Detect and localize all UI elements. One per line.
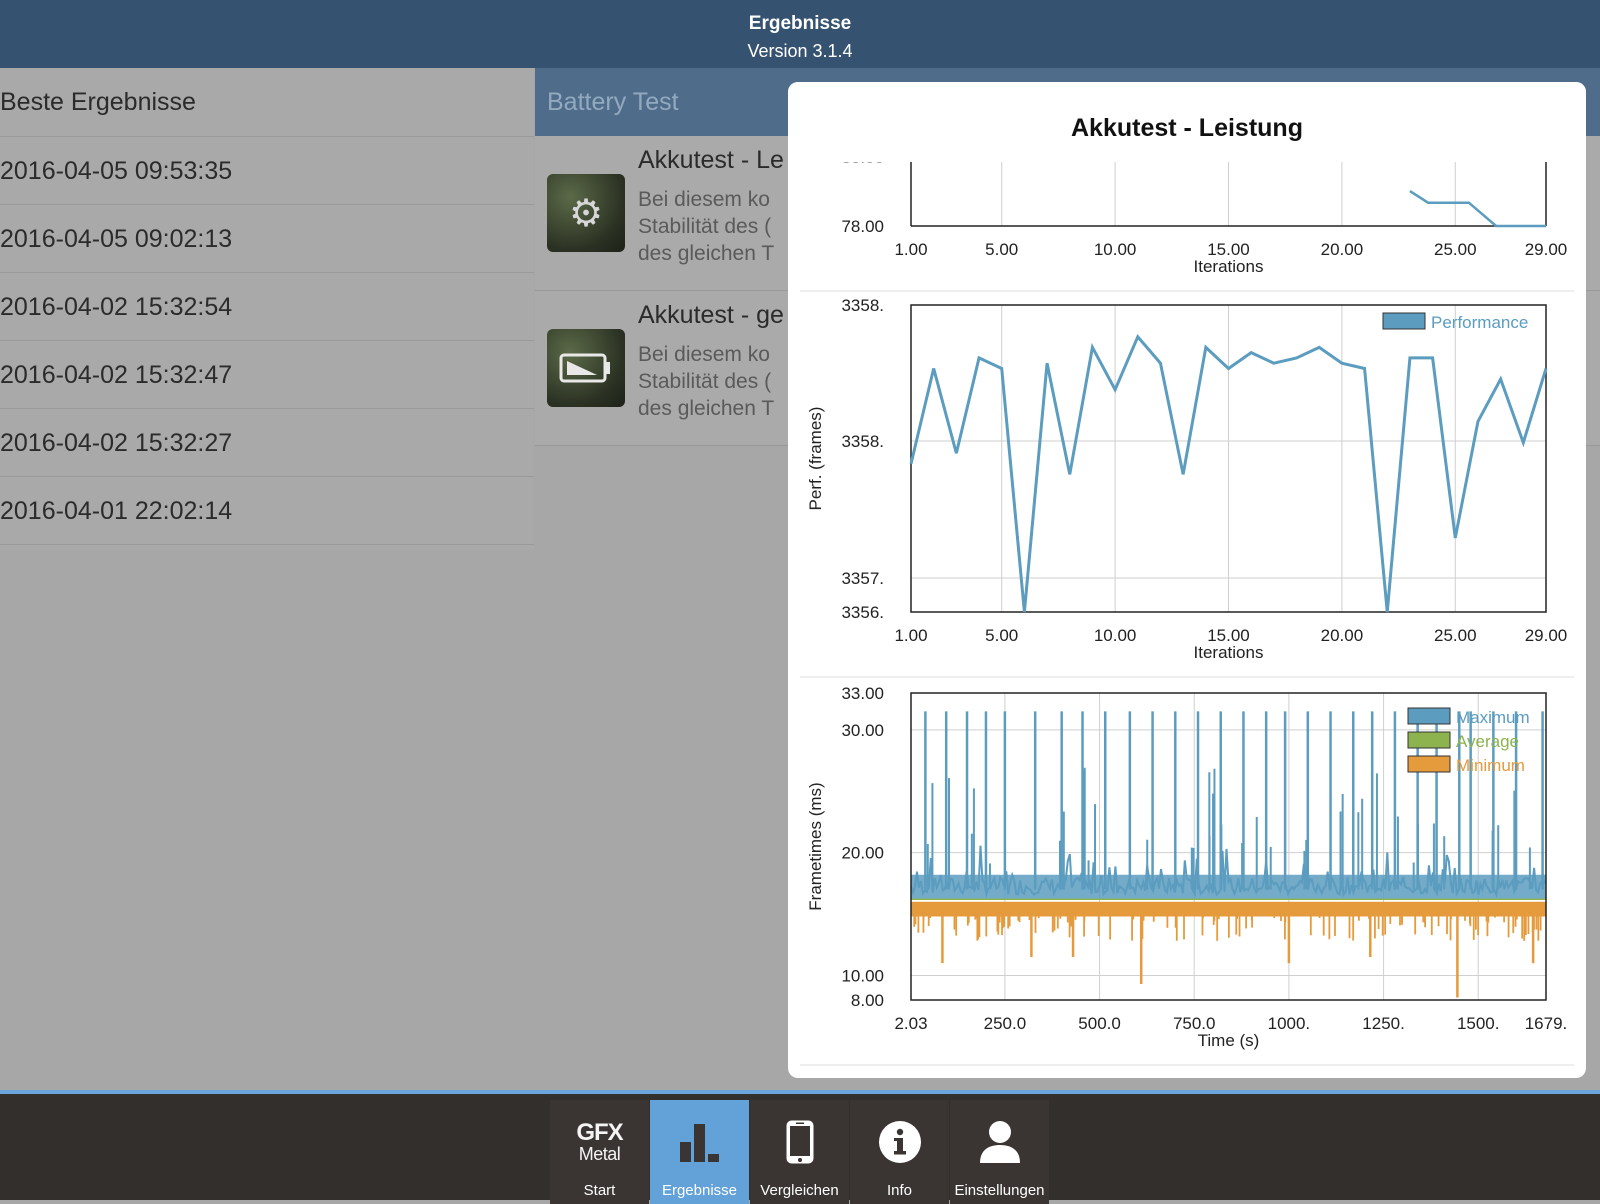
legend-label-performance: Performance <box>1431 313 1528 332</box>
result-date: 2016-04-02 15:32:47 <box>0 361 233 389</box>
x-tick-label: 29.00 <box>1525 240 1568 259</box>
result-row[interactable]: 2016-04-02 15:32:27 <box>0 409 534 477</box>
test-title: Akkutest - Le <box>638 146 784 174</box>
x-tick-label: 25.00 <box>1434 240 1477 259</box>
performance-series-line <box>1409 190 1546 228</box>
y-tick-label: 33.00 <box>841 684 884 703</box>
legend-swatch <box>1407 707 1451 725</box>
gfx-metal-logo: GFX Metal <box>576 1119 623 1164</box>
person-icon <box>950 1112 1049 1172</box>
legend-label: Minimum <box>1456 756 1525 775</box>
nav-subtitle-version: Version 3.1.4 <box>747 41 853 61</box>
popup-title: Akkutest - Leistung <box>1071 114 1303 142</box>
plot-frame <box>910 692 1547 1001</box>
tab-ergebnisse[interactable]: Ergebnisse <box>650 1100 749 1204</box>
y-tick-label: 3357. <box>841 569 884 588</box>
legend-swatch-performance <box>1382 312 1426 330</box>
result-date: 2016-04-02 15:32:54 <box>0 293 233 321</box>
x-tick-label: 250.0 <box>984 1014 1027 1033</box>
y-tick-label: 3356. <box>841 603 884 622</box>
tab-label: Vergleichen <box>760 1182 839 1199</box>
x-tick-label: 20.00 <box>1321 626 1364 645</box>
y-tick-label: 30.00 <box>841 721 884 740</box>
test-description: Bei diesem ko Stabilität des ( des gleic… <box>638 188 775 265</box>
tab-label: Info <box>886 1182 913 1199</box>
x-tick-label: 1679. <box>1525 1014 1568 1033</box>
y-axis-label: Frametimes (ms) <box>806 782 825 910</box>
x-tick-label: 1.00 <box>894 626 927 645</box>
bar-chart-icon <box>650 1112 749 1172</box>
result-date: 2016-04-02 15:32:27 <box>0 429 233 457</box>
legend-swatch <box>1407 731 1451 749</box>
nav-title: Ergebnisse <box>748 13 852 34</box>
x-tick-label: 20.00 <box>1321 240 1364 259</box>
result-date: 2016-04-01 22:02:14 <box>0 497 233 525</box>
tab-start[interactable]: GFX Metal Start <box>550 1100 649 1204</box>
navigation-bar: Ergebnisse Version 3.1.4 <box>0 0 1600 68</box>
x-tick-label: 10.00 <box>1094 240 1137 259</box>
y-axis-label: Perf. (frames) <box>806 407 825 511</box>
tab-label: Ergebnisse <box>661 1182 738 1199</box>
x-tick-label: 25.00 <box>1434 626 1477 645</box>
y-tick-label: 20.00 <box>841 844 884 863</box>
info-icon <box>850 1112 949 1172</box>
result-date: 2016-04-05 09:53:35 <box>0 157 233 185</box>
chart-popup[interactable]: 1.00 5.00 10.00 15.00 20.00 25.00 29.00 Iterati… <box>788 82 1586 1078</box>
legend-swatch <box>1407 755 1451 773</box>
result-row[interactable]: 2016-04-02 15:32:54 <box>0 273 534 341</box>
x-tick-label: 1.00 <box>894 240 927 259</box>
y-tick-label: 3358. <box>841 432 884 451</box>
x-tick-label: 1000. <box>1268 1014 1311 1033</box>
result-date: 2016-04-05 09:02:13 <box>0 225 233 253</box>
test-title: Akkutest - ge <box>638 301 784 329</box>
results-list: 2016-04-05 09:53:35 2016-04-05 09:02:13 … <box>0 137 534 545</box>
tab-label: Start <box>583 1182 616 1199</box>
test-description: Bei diesem ko Stabilität des ( des gleic… <box>638 343 775 420</box>
y-tick-label: 3358. <box>841 296 884 315</box>
x-tick-label: 2.03 <box>894 1014 927 1033</box>
legend-label: Maximum <box>1456 708 1530 727</box>
x-tick-label: 500.0 <box>1078 1014 1121 1033</box>
gears-icon: ⚙ <box>547 174 625 252</box>
legend-label: Average <box>1456 732 1519 751</box>
result-row[interactable]: 2016-04-02 15:32:47 <box>0 341 534 409</box>
result-row[interactable]: 2016-04-05 09:53:35 <box>0 137 534 205</box>
x-tick-label: 29.00 <box>1525 626 1568 645</box>
result-row[interactable]: 2016-04-05 09:02:13 <box>0 205 534 273</box>
x-tick-label: 10.00 <box>1094 626 1137 645</box>
y-tick-label: 8.00 <box>851 991 884 1010</box>
x-axis-label: Iterations <box>1194 643 1264 662</box>
x-axis-label: Iterations <box>1194 257 1264 276</box>
battery-icon <box>547 329 625 407</box>
y-tick-label: 10.00 <box>841 966 884 985</box>
phone-icon <box>750 1112 849 1172</box>
y-tick-label: 78.00 <box>841 217 884 236</box>
x-tick-label: 1250. <box>1362 1014 1405 1033</box>
tab-label: Einstellungen <box>954 1182 1045 1199</box>
result-row[interactable]: 2016-04-01 22:02:14 <box>0 477 534 545</box>
x-tick-label: 5.00 <box>985 240 1018 259</box>
x-tick-label: 1500. <box>1457 1014 1500 1033</box>
x-tick-label: 5.00 <box>985 626 1018 645</box>
charts-canvas[interactable]: 1.00 5.00 10.00 15.00 20.00 25.00 29.00Iterati… <box>788 82 1586 1078</box>
tab-einstellungen[interactable]: Einstellungen <box>950 1100 1049 1204</box>
tab-bar: GFX Metal Start Ergebnisse Vergleichen I… <box>0 1090 1600 1204</box>
best-results-panel: Beste Ergebnisse 2016-04-05 09:53:35 201… <box>0 68 534 550</box>
best-results-title: Beste Ergebnisse <box>0 68 534 137</box>
x-axis-label: Time (s) <box>1198 1031 1260 1050</box>
tab-vergleichen[interactable]: Vergleichen <box>750 1100 849 1204</box>
tab-info[interactable]: Info <box>850 1100 949 1204</box>
